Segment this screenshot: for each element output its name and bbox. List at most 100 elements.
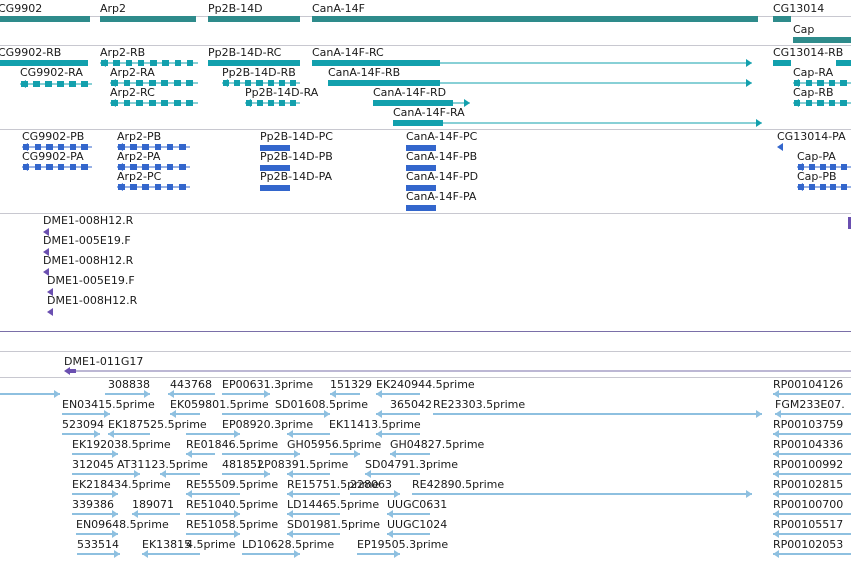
- gene-label-cg9902[interactable]: CG9902: [0, 2, 42, 15]
- est-feature[interactable]: [287, 513, 340, 515]
- transcript-label-pp2b-14d-rb[interactable]: Pp2B-14D-RB: [222, 66, 296, 79]
- protein-arp2-pc-exon[interactable]: [118, 184, 125, 190]
- protein-label-cana-14f-pa[interactable]: CanA-14F-PA: [406, 190, 476, 203]
- transcript-arp2-rc-exon[interactable]: [173, 100, 181, 106]
- transcript-cana-14f-ra-tail[interactable]: [443, 122, 762, 124]
- gene-bar-cg13014[interactable]: [773, 16, 791, 22]
- protein-cg9902-pa-exon[interactable]: [46, 164, 53, 170]
- est-label[interactable]: RE51058.5prime: [186, 518, 278, 531]
- gene-bar-pp2b-14d[interactable]: [208, 16, 300, 22]
- est-feature[interactable]: [168, 393, 215, 395]
- transcript-arp2-ra-exon[interactable]: [173, 80, 181, 86]
- transcript-arp2-rc-exon[interactable]: [136, 100, 144, 106]
- est-feature[interactable]: [72, 493, 118, 495]
- est-label[interactable]: EP19505.3prime: [357, 538, 448, 551]
- bac-end-label-5[interactable]: DME1-008H12.R: [47, 294, 137, 307]
- est-label[interactable]: 4.5prime: [186, 538, 236, 551]
- transcript-arp2-ra-exon[interactable]: [161, 80, 169, 86]
- transcript-cap-ra-exon[interactable]: [840, 80, 847, 86]
- bac-clone-line[interactable]: [76, 370, 851, 372]
- transcript-arp2-rb-exon[interactable]: [186, 60, 194, 66]
- transcript-label-cana-14f-rd[interactable]: CanA-14F-RD: [373, 86, 446, 99]
- protein-cg9902-pa-exon[interactable]: [69, 164, 77, 170]
- protein-arp2-pa-exon[interactable]: [178, 164, 186, 170]
- est-label[interactable]: 339386: [72, 498, 114, 511]
- est-feature[interactable]: [773, 533, 851, 535]
- est-feature[interactable]: [287, 473, 330, 475]
- bac-clone-block[interactable]: [70, 369, 76, 373]
- est-feature[interactable]: [376, 413, 420, 415]
- est-feature[interactable]: [132, 513, 180, 515]
- transcript-label-cg13014-rb[interactable]: CG13014-RB: [773, 46, 843, 59]
- est-feature[interactable]: [773, 453, 851, 455]
- protein-label-cg9902-pa[interactable]: CG9902-PA: [22, 150, 84, 163]
- bac-end-label-2[interactable]: DME1-005E19.F: [43, 234, 131, 247]
- est-label[interactable]: EK187525.5prime: [108, 418, 207, 431]
- est-feature[interactable]: [222, 413, 330, 415]
- est-feature[interactable]: [387, 533, 430, 535]
- protein-cg9902-pa-exon[interactable]: [34, 164, 42, 170]
- protein-arp2-pb-exon[interactable]: [178, 144, 186, 150]
- protein-label-arp2-pb[interactable]: Arp2-PB: [117, 130, 161, 143]
- protein-arp2-pc-exon[interactable]: [178, 184, 186, 190]
- bac-end-label-4[interactable]: DME1-005E19.F: [47, 274, 135, 287]
- est-label[interactable]: RP00100700: [773, 498, 843, 511]
- est-feature[interactable]: [186, 493, 240, 495]
- transcript-pp2b-14d-ra-exon[interactable]: [279, 100, 286, 106]
- protein-arp2-pc-exon[interactable]: [130, 184, 137, 190]
- est-feature[interactable]: [287, 533, 340, 535]
- est-feature[interactable]: [142, 553, 200, 555]
- transcript-arp2-rc-exon[interactable]: [123, 100, 131, 106]
- transcript-label-cap-rb[interactable]: Cap-RB: [793, 86, 834, 99]
- transcript-arp2-ra-exon[interactable]: [186, 80, 194, 86]
- est-feature[interactable]: [357, 553, 400, 555]
- est-feature[interactable]: [365, 473, 420, 475]
- gene-label-arp2[interactable]: Arp2: [100, 2, 126, 15]
- est-label[interactable]: RE51040.5prime: [186, 498, 278, 511]
- transcript-cg9902-ra-exon[interactable]: [69, 81, 76, 87]
- transcript-label-cg9902-rb[interactable]: CG9902-RB: [0, 46, 61, 59]
- transcript-label-pp2b-14d-rc[interactable]: Pp2B-14D-RC: [208, 46, 281, 59]
- est-label[interactable]: EK192038.5prime: [72, 438, 171, 451]
- gene-bar-arp2[interactable]: [100, 16, 196, 22]
- protein-label-cana-14f-pb[interactable]: CanA-14F-PB: [406, 150, 477, 163]
- est-label[interactable]: 443768: [170, 378, 212, 391]
- est-feature[interactable]: [376, 433, 420, 435]
- est-feature[interactable]: [773, 513, 851, 515]
- gene-bar-cg9902[interactable]: [0, 16, 90, 22]
- transcript-label-arp2-rc[interactable]: Arp2-RC: [110, 86, 155, 99]
- protein-cap-pb-exon[interactable]: [798, 184, 804, 190]
- est-label[interactable]: UUGC0631: [387, 498, 447, 511]
- est-feature[interactable]: [76, 533, 118, 535]
- protein-cap-pb-exon[interactable]: [841, 184, 848, 190]
- est-label[interactable]: RE01846.5prime: [186, 438, 278, 451]
- transcript-label-cana-14f-ra[interactable]: CanA-14F-RA: [393, 106, 465, 119]
- est-label[interactable]: RP00105517: [773, 518, 843, 531]
- transcript-cap-rb-exon[interactable]: [828, 100, 836, 106]
- est-label[interactable]: 189071: [132, 498, 174, 511]
- protein-arp2-pc-exon[interactable]: [142, 184, 150, 190]
- transcript-cap-rb-exon[interactable]: [794, 100, 801, 106]
- est-feature[interactable]: [287, 493, 340, 495]
- est-label[interactable]: EK218434.5prime: [72, 478, 171, 491]
- transcript-arp2-rb-exon[interactable]: [101, 60, 108, 66]
- est-label[interactable]: SD01608.5prime: [275, 398, 368, 411]
- bac-end-label-3[interactable]: DME1-008H12.R: [43, 254, 133, 267]
- est-label[interactable]: EP08920.3prime: [222, 418, 313, 431]
- est-label[interactable]: EP00631.3prime: [222, 378, 313, 391]
- est-label[interactable]: RE23303.5prime: [433, 398, 525, 411]
- transcript-label-cana-14f-rc[interactable]: CanA-14F-RC: [312, 46, 384, 59]
- est-feature[interactable]: [773, 473, 851, 475]
- est-feature[interactable]: [412, 493, 752, 495]
- transcript-pp2b-14d-ra-exon[interactable]: [246, 100, 253, 106]
- protein-label-cap-pb[interactable]: Cap-PB: [797, 170, 837, 183]
- est-label[interactable]: GH05956.5prime: [287, 438, 381, 451]
- est-label[interactable]: RP00100992: [773, 458, 843, 471]
- protein-arp2-pa-exon[interactable]: [166, 164, 174, 170]
- transcript-cap-rb-exon[interactable]: [805, 100, 812, 106]
- est-feature[interactable]: [186, 433, 240, 435]
- est-feature[interactable]: [72, 473, 140, 475]
- transcript-arp2-rb-exon[interactable]: [162, 60, 169, 66]
- transcript-pp2b-14d-rb-exon[interactable]: [223, 80, 230, 86]
- transcript-cana-14f-rb-tail[interactable]: [440, 82, 752, 84]
